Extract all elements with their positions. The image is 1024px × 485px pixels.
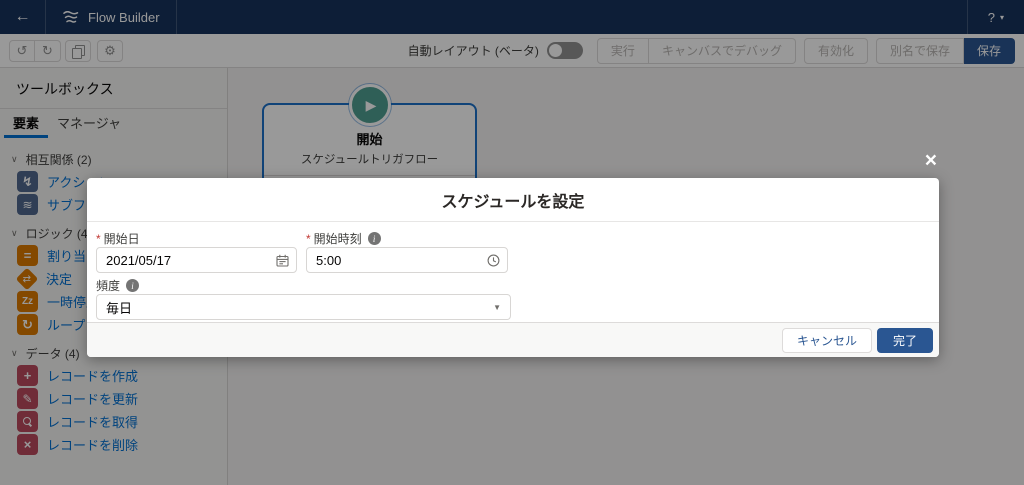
flow-builder-window: ← Flow Builder ? ▾ ↺ ↻ ⚙ 自動レイアウト (ベータ) 実… <box>0 0 1024 485</box>
clock-icon[interactable] <box>487 254 500 267</box>
required-asterisk: * <box>96 231 101 246</box>
start-date-field: * 開始日 <box>96 230 297 273</box>
start-time-field: * 開始時刻 i <box>306 230 508 273</box>
calendar-icon[interactable] <box>276 254 289 267</box>
start-date-label: * 開始日 <box>96 231 140 247</box>
info-icon[interactable]: i <box>367 232 381 245</box>
modal-title: スケジュールを設定 <box>87 178 939 222</box>
start-time-input[interactable] <box>306 247 508 273</box>
close-icon[interactable]: × <box>925 150 937 171</box>
frequency-select[interactable]: 毎日 ▼ <box>96 294 511 320</box>
start-date-input[interactable] <box>96 247 297 273</box>
info-icon[interactable]: i <box>126 279 140 292</box>
modal-body: * 開始日 2021/05/17 * 開始時刻 i 5:00 頻度 i 毎日 ▼ <box>87 222 939 320</box>
chevron-down-icon: ▼ <box>493 302 501 312</box>
frequency-label: 頻度 i <box>96 277 929 294</box>
required-asterisk: * <box>306 231 311 246</box>
done-button[interactable]: 完了 <box>876 327 933 353</box>
modal-footer: キャンセル 完了 <box>87 322 939 357</box>
cancel-button[interactable]: キャンセル <box>781 327 872 353</box>
set-schedule-modal: × スケジュールを設定 * 開始日 2021/05/17 * 開始時刻 i 5:… <box>87 150 939 357</box>
start-time-label: * 開始時刻 i <box>306 230 508 247</box>
frequency-value: 毎日 <box>106 300 133 316</box>
